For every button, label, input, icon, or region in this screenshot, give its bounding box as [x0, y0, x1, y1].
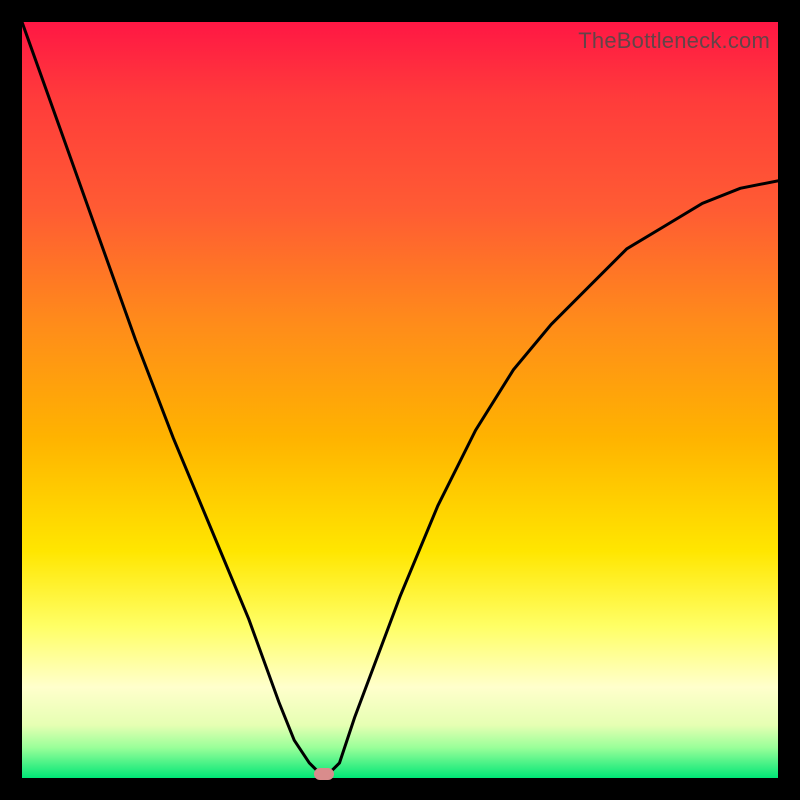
optimal-point-marker — [314, 768, 334, 780]
bottleneck-curve — [22, 22, 778, 778]
